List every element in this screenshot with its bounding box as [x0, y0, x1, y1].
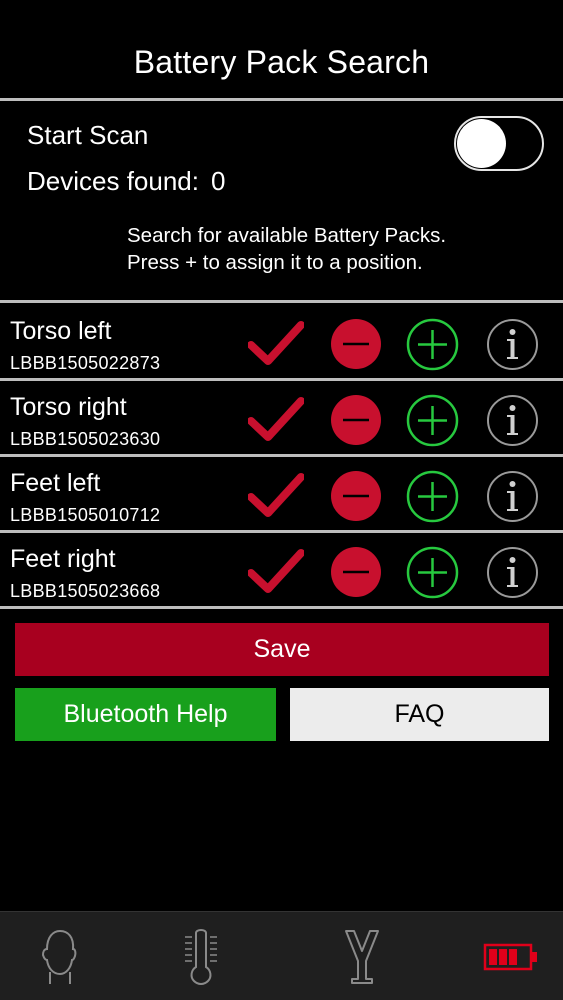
add-icon[interactable] [406, 394, 459, 447]
devices-found: Devices found: 0 [27, 166, 225, 197]
tab-head[interactable] [0, 912, 129, 1000]
bluetooth-help-button[interactable]: Bluetooth Help [15, 688, 276, 741]
position-row-feet-right: Feet right LBBB1505023668 [0, 533, 563, 606]
position-serial: LBBB1505023668 [10, 581, 161, 601]
toggle-knob [457, 119, 506, 168]
faq-button[interactable]: FAQ [290, 688, 549, 741]
save-button[interactable]: Save [15, 623, 549, 676]
remove-icon[interactable] [330, 394, 382, 446]
position-name: Torso left [10, 317, 112, 345]
start-scan-toggle[interactable] [454, 116, 544, 171]
head-icon [41, 929, 77, 984]
info-icon[interactable] [486, 546, 539, 599]
position-row-torso-right: Torso right LBBB1505023630 [0, 381, 563, 454]
add-icon[interactable] [406, 470, 459, 523]
info-icon[interactable] [486, 318, 539, 371]
divider [0, 300, 563, 303]
position-serial: LBBB1505023630 [10, 429, 161, 449]
checkmark-icon [248, 549, 304, 593]
battery-icon [483, 943, 537, 970]
tab-battery[interactable] [441, 912, 563, 1000]
add-icon[interactable] [406, 318, 459, 371]
position-serial: LBBB1505022873 [10, 353, 161, 373]
info-icon[interactable] [486, 470, 539, 523]
checkmark-icon [248, 321, 304, 365]
devices-found-label: Devices found: [27, 166, 199, 196]
thermometer-icon [185, 928, 217, 985]
remove-icon[interactable] [330, 318, 382, 370]
position-row-feet-left: Feet left LBBB1505010712 [0, 457, 563, 530]
divider [0, 606, 563, 609]
remove-icon[interactable] [330, 546, 382, 598]
position-row-torso-left: Torso left LBBB1505022873 [0, 305, 563, 378]
checkmark-icon [248, 397, 304, 441]
position-name: Torso right [10, 393, 127, 421]
scan-hint-line-2: Press + to assign it to a position. [127, 251, 423, 274]
tab-bar [0, 911, 563, 1000]
scan-hint-line-1: Search for available Battery Packs. [127, 224, 447, 247]
devices-found-count: 0 [210, 166, 226, 196]
scan-hint: Search for available Battery Packs. Pres… [127, 222, 446, 276]
nav-header: Battery Pack Search [0, 0, 563, 100]
checkmark-icon [248, 473, 304, 517]
page-title: Battery Pack Search [133, 43, 430, 80]
remove-icon[interactable] [330, 470, 382, 522]
position-name: Feet left [10, 469, 101, 497]
scan-section: Start Scan Devices found: 0 Search for av… [0, 103, 563, 300]
tab-vest[interactable] [292, 912, 432, 1000]
add-icon[interactable] [406, 546, 459, 599]
info-icon[interactable] [486, 394, 539, 447]
position-serial: LBBB1505010712 [10, 505, 161, 525]
tab-temperature[interactable] [131, 912, 271, 1000]
position-name: Feet right [10, 545, 116, 573]
start-scan-label: Start Scan [27, 120, 149, 150]
vest-icon [345, 929, 379, 984]
divider [0, 98, 563, 101]
